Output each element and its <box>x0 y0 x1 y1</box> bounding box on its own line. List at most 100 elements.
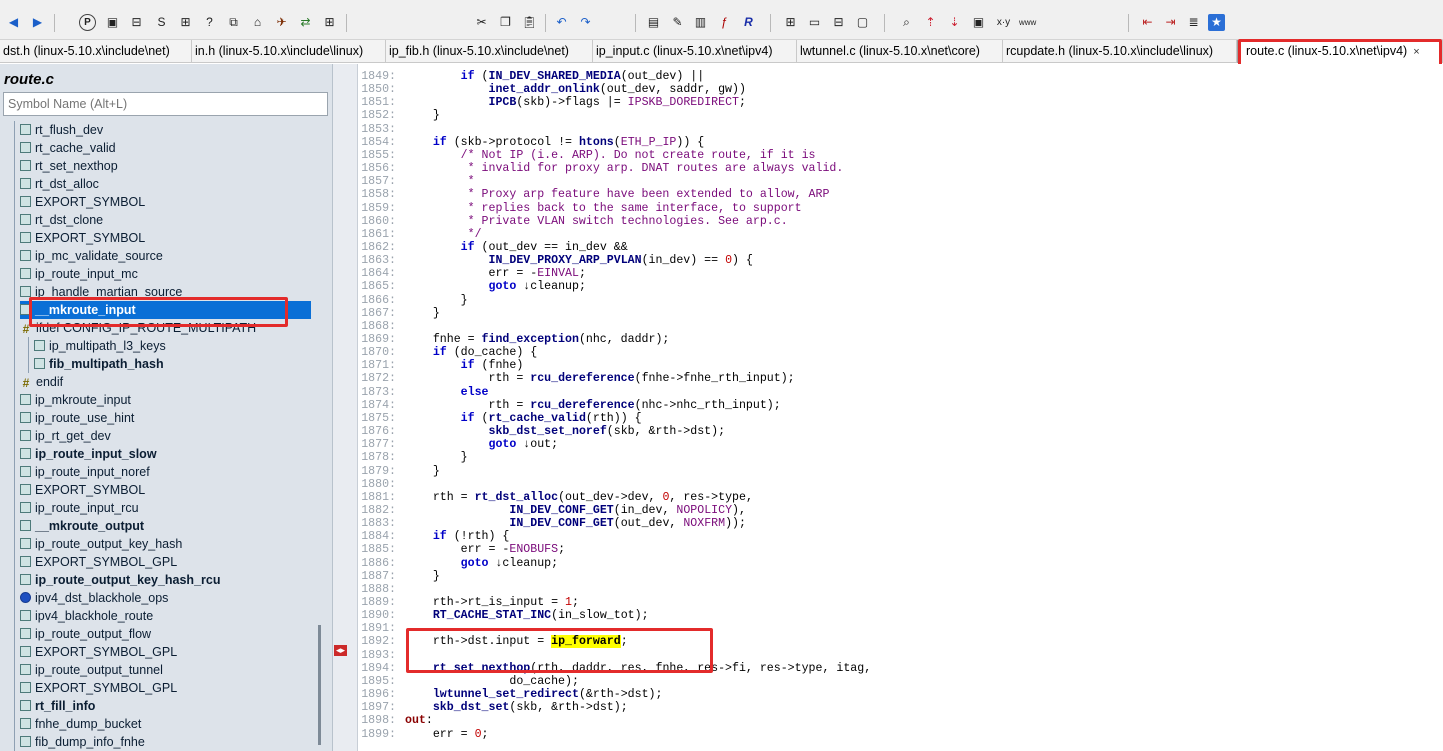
code-line[interactable]: 1856: * invalid for proxy arp. DNAT rout… <box>358 162 1443 175</box>
symbol-item[interactable]: ip_multipath_l3_keys <box>34 337 166 355</box>
bird-icon[interactable]: ✈ <box>273 14 290 31</box>
code-line[interactable]: 1869: fnhe = find_exception(nhc, daddr); <box>358 333 1443 346</box>
symbol-item[interactable]: ip_rt_get_dev <box>20 427 111 445</box>
code-line[interactable]: 1851: IPCB(skb)->flags |= IPSKB_DOREDIRE… <box>358 96 1443 109</box>
code-line[interactable]: 1865: goto ↓cleanup; <box>358 280 1443 293</box>
symbol-item[interactable]: EXPORT_SYMBOL_GPL <box>20 643 177 661</box>
code-line[interactable]: 1877: goto ↓out; <box>358 438 1443 451</box>
symbol-item[interactable]: EXPORT_SYMBOL <box>20 481 145 499</box>
code-line[interactable]: 1871: if (fnhe) <box>358 359 1443 372</box>
redo-icon[interactable]: ↷ <box>577 14 594 31</box>
tab-ip-input-c[interactable]: ip_input.c (linux-5.10.x\net\ipv4) <box>593 40 797 63</box>
symbol-search-input[interactable] <box>3 92 328 116</box>
code-line[interactable]: 1887: } <box>358 570 1443 583</box>
library-icon[interactable]: ▥ <box>692 14 709 31</box>
tab-dst-h[interactable]: dst.h (linux-5.10.x\include\net) <box>0 40 192 63</box>
code-line[interactable]: 1853: <box>358 123 1443 136</box>
function-icon[interactable]: ƒ <box>716 14 733 31</box>
bookmark-icon[interactable]: ✎ <box>669 14 686 31</box>
symbol-item[interactable]: ip_mkroute_input <box>20 391 131 409</box>
code-line[interactable]: 1898: out: <box>358 714 1443 727</box>
code-line[interactable]: 1854: if (skb->protocol != htons(ETH_P_I… <box>358 136 1443 149</box>
bookmark-prev-icon[interactable]: ⇤ <box>1139 14 1156 31</box>
symbol-item[interactable]: ip_route_input_slow <box>20 445 157 463</box>
save-icon[interactable]: ▣ <box>970 14 987 31</box>
code-line[interactable]: 1884: if (!rth) { <box>358 530 1443 543</box>
split-icon[interactable]: ⊟ <box>830 14 847 31</box>
regex-icon[interactable]: R <box>740 14 757 31</box>
cut-icon[interactable]: ✂ <box>473 14 490 31</box>
code-line[interactable]: 1878: } <box>358 451 1443 464</box>
code-line[interactable]: 1858: * Proxy arp feature have been exte… <box>358 188 1443 201</box>
panel-icon[interactable]: ▭ <box>806 14 823 31</box>
symbol-item[interactable]: ip_route_output_key_hash <box>20 535 182 553</box>
code-line[interactable]: 1881: rth = rt_dst_alloc(out_dev->dev, 0… <box>358 491 1443 504</box>
symbol-item[interactable]: ip_route_output_flow <box>20 625 151 643</box>
window-icon[interactable]: ▢ <box>854 14 871 31</box>
symbol-item[interactable]: ip_mc_validate_source <box>20 247 163 265</box>
code-line[interactable]: 1849: if (IN_DEV_SHARED_MEDIA(out_dev) |… <box>358 70 1443 83</box>
undo-icon[interactable]: ↶ <box>553 14 570 31</box>
forward-arrow-icon[interactable]: ▶ <box>29 14 46 31</box>
code-line[interactable]: 1889: rth->rt_is_input = 1; <box>358 596 1443 609</box>
code-line[interactable]: 1899: err = 0; <box>358 728 1443 741</box>
code-line[interactable]: 1868: <box>358 320 1443 333</box>
help-icon[interactable]: ? <box>201 14 218 31</box>
symbol-item[interactable]: rt_cache_valid <box>20 139 116 157</box>
symbol-item[interactable]: ip_route_input_noref <box>20 463 150 481</box>
code-line[interactable]: 1897: skb_dst_set(skb, &rth->dst); <box>358 701 1443 714</box>
search-icon[interactable]: ⌕ <box>898 14 915 31</box>
symbol-item[interactable]: fnhe_dump_bucket <box>20 715 141 733</box>
symbol-item[interactable]: rt_dst_clone <box>20 211 103 229</box>
project-icon[interactable]: P <box>79 14 96 31</box>
code-line[interactable]: 1874: rth = rcu_dereference(nhc->nhc_rth… <box>358 399 1443 412</box>
symbol-item[interactable]: ipv4_dst_blackhole_ops <box>20 589 168 607</box>
symbol-item[interactable]: rt_fill_info <box>20 697 95 715</box>
code-line[interactable]: 1861: */ <box>358 228 1443 241</box>
copy-icon[interactable]: ❐ <box>497 14 514 31</box>
tab-lwtunnel-c[interactable]: lwtunnel.c (linux-5.10.x\net\core) <box>797 40 1003 63</box>
sidebar-scrollbar[interactable] <box>318 625 321 745</box>
code-line[interactable]: 1864: err = -EINVAL; <box>358 267 1443 280</box>
code-line[interactable]: 1860: * Private VLAN switch technologies… <box>358 215 1443 228</box>
lookup-icon[interactable]: ⌂ <box>249 14 266 31</box>
code-line[interactable]: 1890: RT_CACHE_STAT_INC(in_slow_tot); <box>358 609 1443 622</box>
code-line[interactable]: 1855: /* Not IP (i.e. ARP). Do not creat… <box>358 149 1443 162</box>
code-line[interactable]: 1872: rth = rcu_dereference(fnhe->fnhe_r… <box>358 372 1443 385</box>
xy-icon[interactable]: x·y <box>995 14 1012 31</box>
table-icon[interactable]: ⊞ <box>782 14 799 31</box>
code-line[interactable]: 1863: IN_DEV_PROXY_ARP_PVLAN(in_dev) == … <box>358 254 1443 267</box>
jump-down-icon[interactable]: ⇣ <box>946 14 963 31</box>
symbol-item[interactable]: __mkroute_output <box>20 517 144 535</box>
symbol-item[interactable]: EXPORT_SYMBOL <box>20 193 145 211</box>
code-line[interactable]: 1885: err = -ENOBUFS; <box>358 543 1443 556</box>
code-line[interactable]: 1896: lwtunnel_set_redirect(&rth->dst); <box>358 688 1443 701</box>
relation-window-icon[interactable]: ⊟ <box>128 14 145 31</box>
line-marker-icon[interactable]: ◂▸ <box>334 645 347 656</box>
symbol-item[interactable]: # endif <box>20 373 63 391</box>
symbol-item[interactable]: EXPORT_SYMBOL <box>20 229 145 247</box>
symbol-item[interactable]: EXPORT_SYMBOL_GPL <box>20 553 177 571</box>
star-icon[interactable]: ★ <box>1208 14 1225 31</box>
code-line[interactable]: 1888: <box>358 583 1443 596</box>
code-line[interactable]: 1852: } <box>358 109 1443 122</box>
code-line[interactable]: 1875: if (rt_cache_valid(rth)) { <box>358 412 1443 425</box>
jump-up-icon[interactable]: ⇡ <box>922 14 939 31</box>
symbol-item[interactable]: EXPORT_SYMBOL_GPL <box>20 679 177 697</box>
symbol-item[interactable]: ip_route_input_rcu <box>20 499 139 517</box>
symbol-item[interactable]: ipv4_blackhole_route <box>20 607 153 625</box>
code-line[interactable]: 1879: } <box>358 465 1443 478</box>
symbol-window-icon[interactable]: ▣ <box>104 14 121 31</box>
code-line[interactable]: 1862: if (out_dev == in_dev && <box>358 241 1443 254</box>
symbol-item[interactable]: ip_route_input_mc <box>20 265 138 283</box>
symbol-item[interactable]: rt_set_nexthop <box>20 157 118 175</box>
code-line[interactable]: 1870: if (do_cache) { <box>358 346 1443 359</box>
symbol-item[interactable]: fib_multipath_hash <box>34 355 164 373</box>
www-icon[interactable]: www <box>1019 14 1036 31</box>
back-arrow-icon[interactable]: ◀ <box>5 14 22 31</box>
code-line[interactable]: 1866: } <box>358 294 1443 307</box>
tab-rcupdate-h[interactable]: rcupdate.h (linux-5.10.x\include\linux) <box>1003 40 1237 63</box>
code-line[interactable]: 1857: * <box>358 175 1443 188</box>
grid-icon[interactable]: ⊞ <box>321 14 338 31</box>
code-line[interactable]: 1873: else <box>358 386 1443 399</box>
